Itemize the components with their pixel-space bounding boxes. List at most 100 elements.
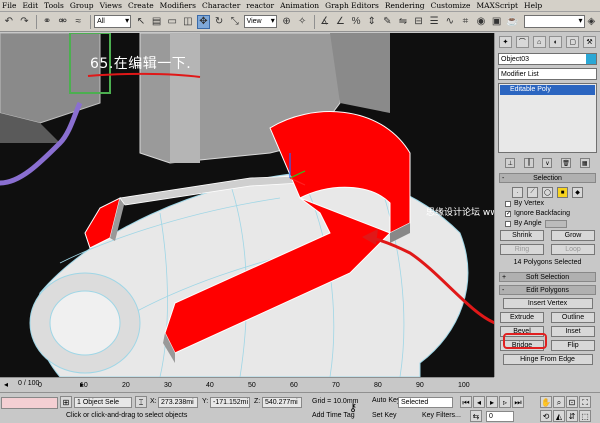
extrude-button[interactable]: Extrude (500, 312, 544, 323)
element-level-icon[interactable]: ◆ (572, 187, 583, 198)
object-name-field[interactable]: Object03 (498, 53, 597, 65)
modifier-list-dropdown[interactable]: Modifier List (498, 68, 597, 80)
reference-coordinate-dropdown[interactable]: View (243, 15, 277, 28)
menu-tools[interactable]: Tools (44, 1, 64, 10)
insert-vertex-button[interactable]: Insert Vertex (502, 298, 593, 309)
inset-button[interactable]: Inset (551, 326, 595, 337)
y-coordinate-field[interactable]: -171.152mi (210, 397, 250, 408)
grow-button[interactable]: Grow (551, 230, 595, 241)
modifier-stack[interactable]: Editable Poly (498, 83, 597, 153)
pan-icon[interactable]: ✋ (540, 396, 552, 408)
render-type-dropdown[interactable] (524, 15, 585, 28)
link-icon[interactable]: ⚭ (40, 15, 54, 29)
auto-key-button[interactable]: Auto Key (372, 397, 400, 404)
select-move-icon[interactable]: ✥ (196, 14, 211, 29)
angle-snap-icon[interactable]: ∠ (334, 15, 348, 29)
key-mode-icon[interactable]: ⇆ (470, 410, 482, 422)
selection-rollout-header[interactable]: - Selection (499, 173, 596, 183)
menu-character[interactable]: Character (202, 1, 240, 10)
menu-maxscript[interactable]: MAXScript (476, 1, 518, 10)
auto-key-selected-dropdown[interactable]: Selected (398, 397, 453, 408)
walk-through-icon[interactable]: ⇵ (566, 410, 578, 422)
select-object-icon[interactable]: ↖ (134, 15, 148, 29)
quick-render-icon[interactable]: ☕ (505, 15, 519, 29)
maxscript-listener-mini[interactable] (1, 397, 58, 409)
menu-rendering[interactable]: Rendering (385, 1, 425, 10)
menu-file[interactable]: File (2, 1, 16, 10)
x-coordinate-field[interactable]: 273.238mi (158, 397, 198, 408)
menu-group[interactable]: Group (70, 1, 94, 10)
select-rotate-icon[interactable]: ↻ (212, 15, 226, 29)
named-selection-icon[interactable]: ✎ (380, 15, 394, 29)
select-manipulate-icon[interactable]: ✧ (295, 15, 309, 29)
material-editor-icon[interactable]: ◉ (474, 15, 488, 29)
loop-button[interactable]: Loop (551, 244, 595, 255)
undo-icon[interactable]: ↶ (2, 15, 16, 29)
render-last-icon[interactable]: ◈ (585, 15, 599, 29)
menu-reactor[interactable]: reactor (246, 1, 274, 10)
stack-item-editable-poly[interactable]: Editable Poly (500, 85, 595, 95)
zoom-all-icon[interactable]: ⊡ (566, 396, 578, 408)
align-icon[interactable]: ⊟ (412, 15, 426, 29)
absolute-mode-icon[interactable]: ⌶ (135, 396, 147, 408)
window-crossing-icon[interactable]: ◫ (181, 15, 195, 29)
create-tab-icon[interactable]: ✦ (498, 36, 512, 48)
shrink-button[interactable]: Shrink (500, 230, 544, 241)
display-tab-icon[interactable]: ▢ (566, 36, 580, 48)
border-level-icon[interactable]: ◯ (542, 187, 553, 198)
configure-sets-icon[interactable]: ▦ (579, 158, 590, 168)
schematic-view-icon[interactable]: ⌗ (459, 15, 473, 29)
rect-selection-icon[interactable]: ▭ (165, 15, 179, 29)
menu-modifiers[interactable]: Modifiers (160, 1, 196, 10)
select-by-name-icon[interactable]: ▤ (150, 15, 164, 29)
current-frame-field[interactable]: 0 (486, 411, 514, 422)
hinge-from-edge-button[interactable]: Hinge From Edge (502, 354, 593, 365)
object-color-swatch[interactable] (586, 54, 596, 64)
mirror-icon[interactable]: ⇋ (396, 15, 410, 29)
ignore-backfacing-checkbox[interactable]: ✓ Ignore Backfacing (495, 209, 600, 219)
perspective-viewport[interactable]: 65.在编辑一下. (0, 33, 494, 377)
hierarchy-tab-icon[interactable]: ⌂ (532, 36, 546, 48)
zoom-icon[interactable]: ⌕ (553, 396, 565, 408)
menu-edit[interactable]: Edit (22, 1, 38, 10)
snaps-toggle-icon[interactable]: ∡ (318, 15, 332, 29)
make-unique-icon[interactable]: ∨ (542, 158, 553, 168)
vertex-level-icon[interactable]: · (512, 187, 523, 198)
z-coordinate-field[interactable]: 540.277mi (262, 397, 302, 408)
menu-customize[interactable]: Customize (431, 1, 471, 10)
remove-modifier-icon[interactable]: 🗑 (561, 158, 572, 168)
by-vertex-checkbox[interactable]: By Vertex (495, 199, 600, 209)
utilities-tab-icon[interactable]: ⚒ (583, 36, 597, 48)
show-end-result-icon[interactable]: ║ (523, 158, 534, 168)
play-icon[interactable]: ▸ (486, 396, 498, 408)
soft-selection-rollout-header[interactable]: + Soft Selection (499, 272, 596, 282)
pin-stack-icon[interactable]: ⊥ (505, 158, 516, 168)
edge-level-icon[interactable]: ⟋ (527, 187, 538, 198)
outline-button[interactable]: Outline (551, 312, 595, 323)
motion-tab-icon[interactable]: ◐ (549, 36, 563, 48)
set-key-button[interactable]: Set Key (372, 412, 397, 419)
previous-frame-icon[interactable]: ◂ (473, 396, 485, 408)
redo-icon[interactable]: ↷ (18, 15, 32, 29)
go-to-start-icon[interactable]: ⏮ (460, 396, 472, 408)
by-angle-checkbox[interactable]: By Angle (495, 219, 600, 229)
pivot-center-icon[interactable]: ⊕ (280, 15, 294, 29)
go-to-end-icon[interactable]: ⏭ (512, 396, 524, 408)
bind-space-warp-icon[interactable]: ≈ (71, 15, 85, 29)
render-scene-icon[interactable]: ▣ (490, 15, 504, 29)
menu-create[interactable]: Create (128, 1, 154, 10)
menu-graph-editors[interactable]: Graph Editors (325, 1, 379, 10)
fov-icon[interactable]: ◭ (553, 410, 565, 422)
spinner-snap-icon[interactable]: ⇕ (365, 15, 379, 29)
timeline-ruler[interactable]: 0 10 20 30 40 50 60 70 80 90 100 (0, 378, 494, 392)
menu-help[interactable]: Help (524, 1, 542, 10)
by-angle-spinner[interactable] (544, 220, 567, 228)
next-key-icon[interactable]: ▹ (499, 396, 511, 408)
ring-button[interactable]: Ring (500, 244, 544, 255)
add-time-tag-button[interactable]: Add Time Tag (312, 412, 355, 419)
menu-animation[interactable]: Animation (280, 1, 319, 10)
flip-button[interactable]: Flip (551, 340, 595, 351)
polygon-level-icon[interactable]: ■ (557, 187, 568, 198)
unlink-icon[interactable]: ⚮ (56, 15, 70, 29)
lock-selection-icon[interactable]: ⊞ (60, 396, 72, 408)
